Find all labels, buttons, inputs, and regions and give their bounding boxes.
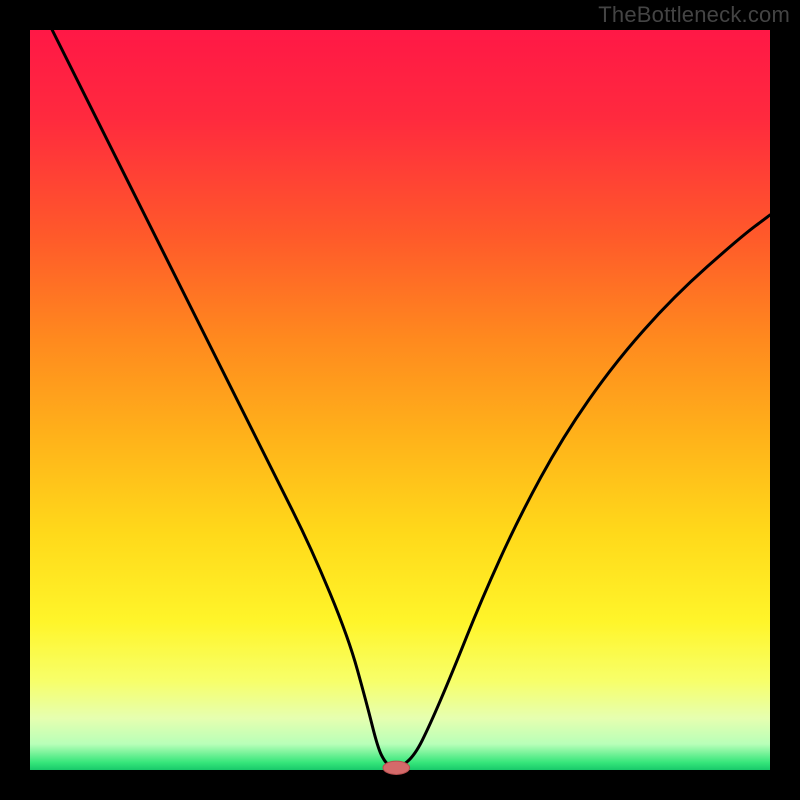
plot-background [30,30,770,770]
chart-frame: TheBottleneck.com [0,0,800,800]
optimal-marker [383,761,410,774]
bottleneck-chart [0,0,800,800]
watermark-text: TheBottleneck.com [598,2,790,28]
